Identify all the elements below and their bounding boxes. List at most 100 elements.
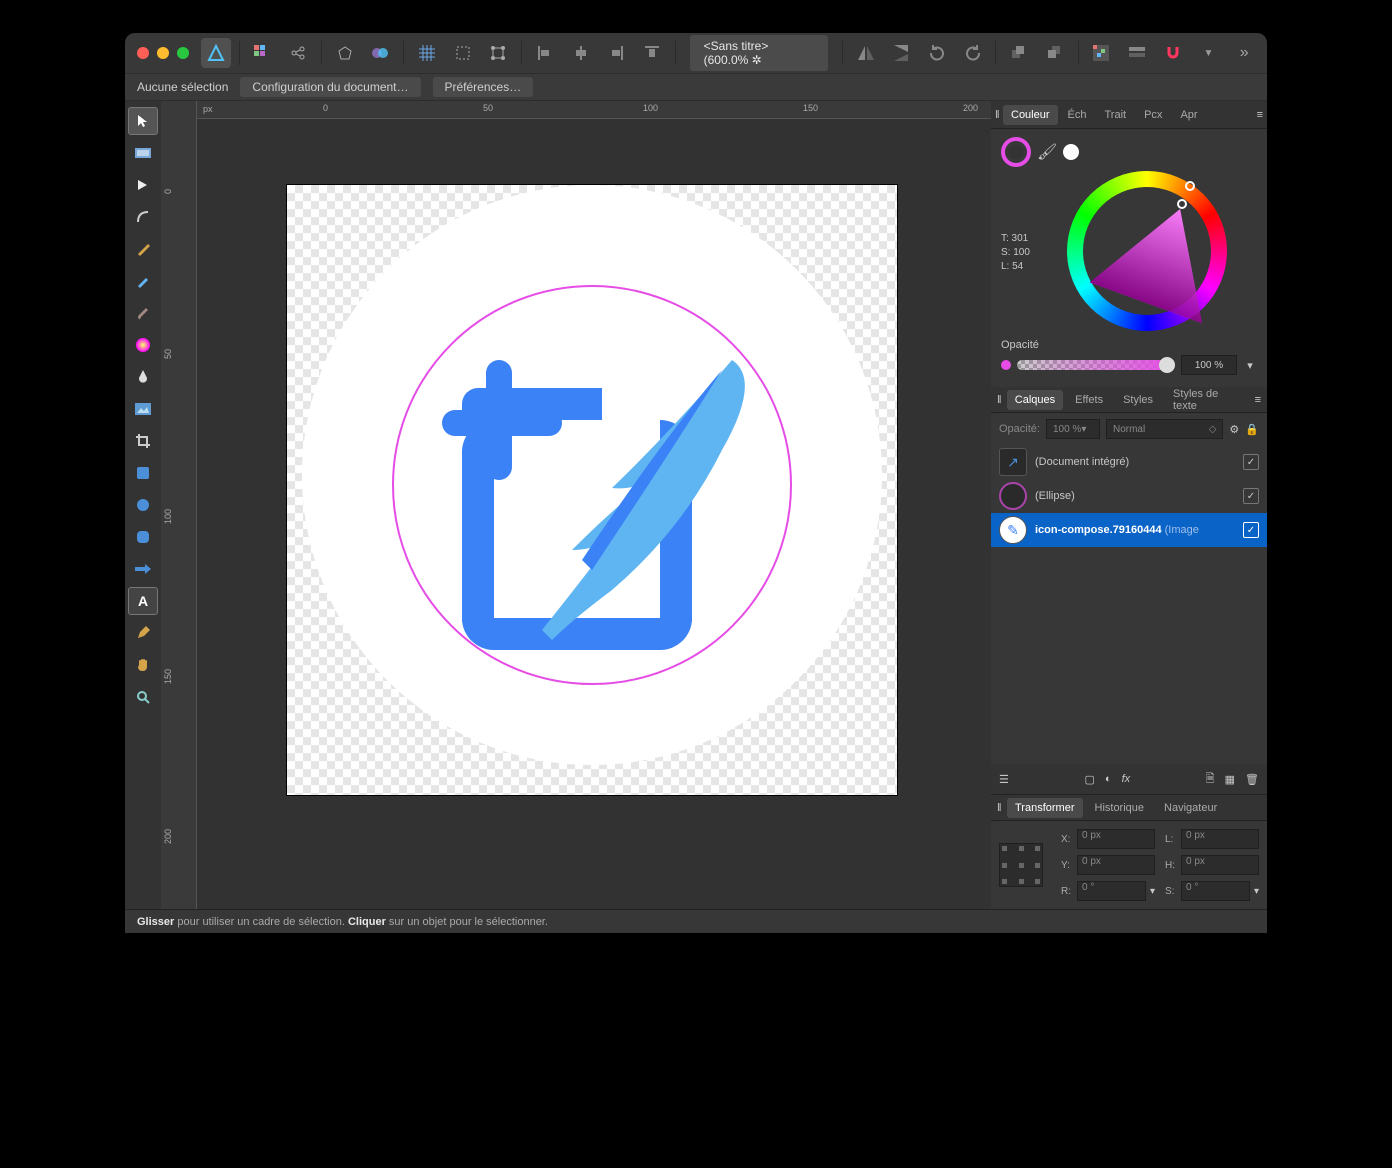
pixel-grid-icon[interactable]: [1087, 38, 1117, 68]
transform-r-input[interactable]: 0 °: [1077, 881, 1146, 901]
crop-tool[interactable]: [128, 427, 158, 455]
artboard-tool[interactable]: [128, 139, 158, 167]
transform-panel: ‖ Transformer Historique Navigateur X:0 …: [991, 794, 1267, 909]
minimize-window-icon[interactable]: [157, 47, 169, 59]
layers-stack-icon[interactable]: ☰: [999, 773, 1009, 786]
align-top-icon[interactable]: [637, 38, 667, 68]
flip-h-icon[interactable]: [851, 38, 881, 68]
stroke-fill-selector[interactable]: [1001, 137, 1031, 167]
opacity-dropdown[interactable]: ▾: [1243, 359, 1257, 372]
lock-icon[interactable]: 🔒: [1245, 423, 1259, 436]
adjustment-icon[interactable]: ◐: [1105, 773, 1112, 785]
node-tool[interactable]: [128, 171, 158, 199]
zoom-tool[interactable]: [128, 683, 158, 711]
opacity-value-input[interactable]: 100 %: [1181, 355, 1237, 375]
canvas[interactable]: 0 50 100 150 200 px 0 50 100 150 200: [161, 101, 991, 909]
flip-v-icon[interactable]: [886, 38, 916, 68]
right-panels: ‖ Couleur Éch Trait Pcx Apr ≡ 🖌 T: 301 S…: [991, 101, 1267, 909]
fullscreen-window-icon[interactable]: [177, 47, 189, 59]
snapping-options-dropdown[interactable]: ▼: [1194, 38, 1224, 68]
visibility-checkbox[interactable]: ✓: [1243, 522, 1259, 538]
polygon-tool-icon[interactable]: [330, 38, 360, 68]
new-layer-icon[interactable]: 🗎: [1206, 770, 1215, 789]
app-logo-icon: [201, 38, 231, 68]
arrange-front-icon[interactable]: [1004, 38, 1034, 68]
arrow-shape-tool[interactable]: [128, 555, 158, 583]
visibility-checkbox[interactable]: ✓: [1243, 454, 1259, 470]
visibility-checkbox[interactable]: ✓: [1243, 488, 1259, 504]
window-controls: [133, 47, 195, 59]
tab-stroke[interactable]: Trait: [1097, 105, 1135, 125]
transform-s-input[interactable]: 0 °: [1181, 881, 1250, 901]
color-wheel[interactable]: [1067, 171, 1227, 331]
rounded-rect-tool[interactable]: [128, 523, 158, 551]
document-setup-button[interactable]: Configuration du document…: [240, 77, 420, 97]
eyedropper-tool[interactable]: [128, 619, 158, 647]
pencil-tool[interactable]: [128, 267, 158, 295]
close-window-icon[interactable]: [137, 47, 149, 59]
tab-swatches[interactable]: Éch: [1060, 105, 1095, 125]
pen-tool[interactable]: [128, 235, 158, 263]
delete-layer-icon[interactable]: 🗑: [1245, 773, 1259, 786]
opacity-slider[interactable]: [1017, 360, 1175, 370]
toolbar-overflow-icon[interactable]: »: [1229, 38, 1259, 68]
anchor-selector[interactable]: [999, 843, 1043, 887]
tab-navigator[interactable]: Navigateur: [1156, 798, 1225, 818]
ruler-vertical: 0 50 100 150 200: [161, 101, 197, 909]
align-hcenter-icon[interactable]: [566, 38, 596, 68]
pixel-layer-icon[interactable]: ▦: [1225, 773, 1235, 786]
layer-opacity-input[interactable]: 100 % ▾: [1046, 419, 1100, 439]
fill-tool[interactable]: [128, 331, 158, 359]
studio-tabs-top: ‖ Couleur Éch Trait Pcx Apr ≡: [991, 101, 1267, 129]
blend-tool-icon[interactable]: [366, 38, 396, 68]
tab-effects[interactable]: Effets: [1067, 390, 1111, 410]
align-right-icon[interactable]: [601, 38, 631, 68]
ellipse-tool[interactable]: [128, 491, 158, 519]
layer-row[interactable]: (Ellipse) ✓: [991, 479, 1267, 513]
layers-menu-icon[interactable]: ≡: [1255, 394, 1261, 406]
tab-text-styles[interactable]: Styles de texte: [1165, 384, 1251, 416]
rotate-ccw-icon[interactable]: [922, 38, 952, 68]
guides-icon[interactable]: [448, 38, 478, 68]
artboard[interactable]: [287, 185, 897, 795]
arrange-back-icon[interactable]: [1040, 38, 1070, 68]
transparency-tool[interactable]: [128, 363, 158, 391]
tab-styles[interactable]: Styles: [1115, 390, 1161, 410]
share-icon[interactable]: [283, 38, 313, 68]
text-tool[interactable]: A: [128, 587, 158, 615]
move-tool[interactable]: [128, 107, 158, 135]
rotate-cw-icon[interactable]: [958, 38, 988, 68]
tab-appearance[interactable]: Apr: [1172, 105, 1205, 125]
fx-icon[interactable]: fx: [1122, 773, 1131, 785]
preferences-button[interactable]: Préférences…: [433, 77, 534, 97]
transform-icon[interactable]: [483, 38, 513, 68]
transform-x-input[interactable]: 0 px: [1077, 829, 1155, 849]
document-title[interactable]: <Sans titre> (600.0% ✲: [690, 35, 828, 71]
grid-icon[interactable]: [412, 38, 442, 68]
color-picker-icon[interactable]: 🖌: [1037, 142, 1057, 162]
hand-tool[interactable]: [128, 651, 158, 679]
snapping-magnet-icon[interactable]: [1158, 38, 1188, 68]
align-left-icon[interactable]: [530, 38, 560, 68]
place-image-tool[interactable]: [128, 395, 158, 423]
transform-h-input[interactable]: 0 px: [1181, 855, 1259, 875]
tab-color[interactable]: Couleur: [1003, 105, 1058, 125]
transform-w-input[interactable]: 0 px: [1181, 829, 1259, 849]
mask-icon[interactable]: ▢: [1085, 773, 1095, 786]
persona-grid-icon[interactable]: [248, 38, 278, 68]
transform-y-input[interactable]: 0 px: [1077, 855, 1155, 875]
tab-brushes[interactable]: Pcx: [1136, 105, 1170, 125]
brush-tool[interactable]: [128, 299, 158, 327]
rectangle-tool[interactable]: [128, 459, 158, 487]
corner-tool[interactable]: [128, 203, 158, 231]
layer-row[interactable]: ↗ (Document intégré) ✓: [991, 445, 1267, 479]
tab-transform[interactable]: Transformer: [1007, 798, 1083, 818]
tab-layers[interactable]: Calques: [1007, 390, 1063, 410]
tab-history[interactable]: Historique: [1087, 798, 1153, 818]
gear-icon[interactable]: ⚙: [1229, 423, 1239, 436]
view-mode-icon[interactable]: [1122, 38, 1152, 68]
panel-menu-icon[interactable]: ≡: [1257, 109, 1263, 121]
blend-mode-select[interactable]: Normal◇: [1106, 419, 1223, 439]
secondary-color-swatch[interactable]: [1063, 144, 1079, 160]
layer-row[interactable]: ✎ icon-compose.79160444 (Image ✓: [991, 513, 1267, 547]
